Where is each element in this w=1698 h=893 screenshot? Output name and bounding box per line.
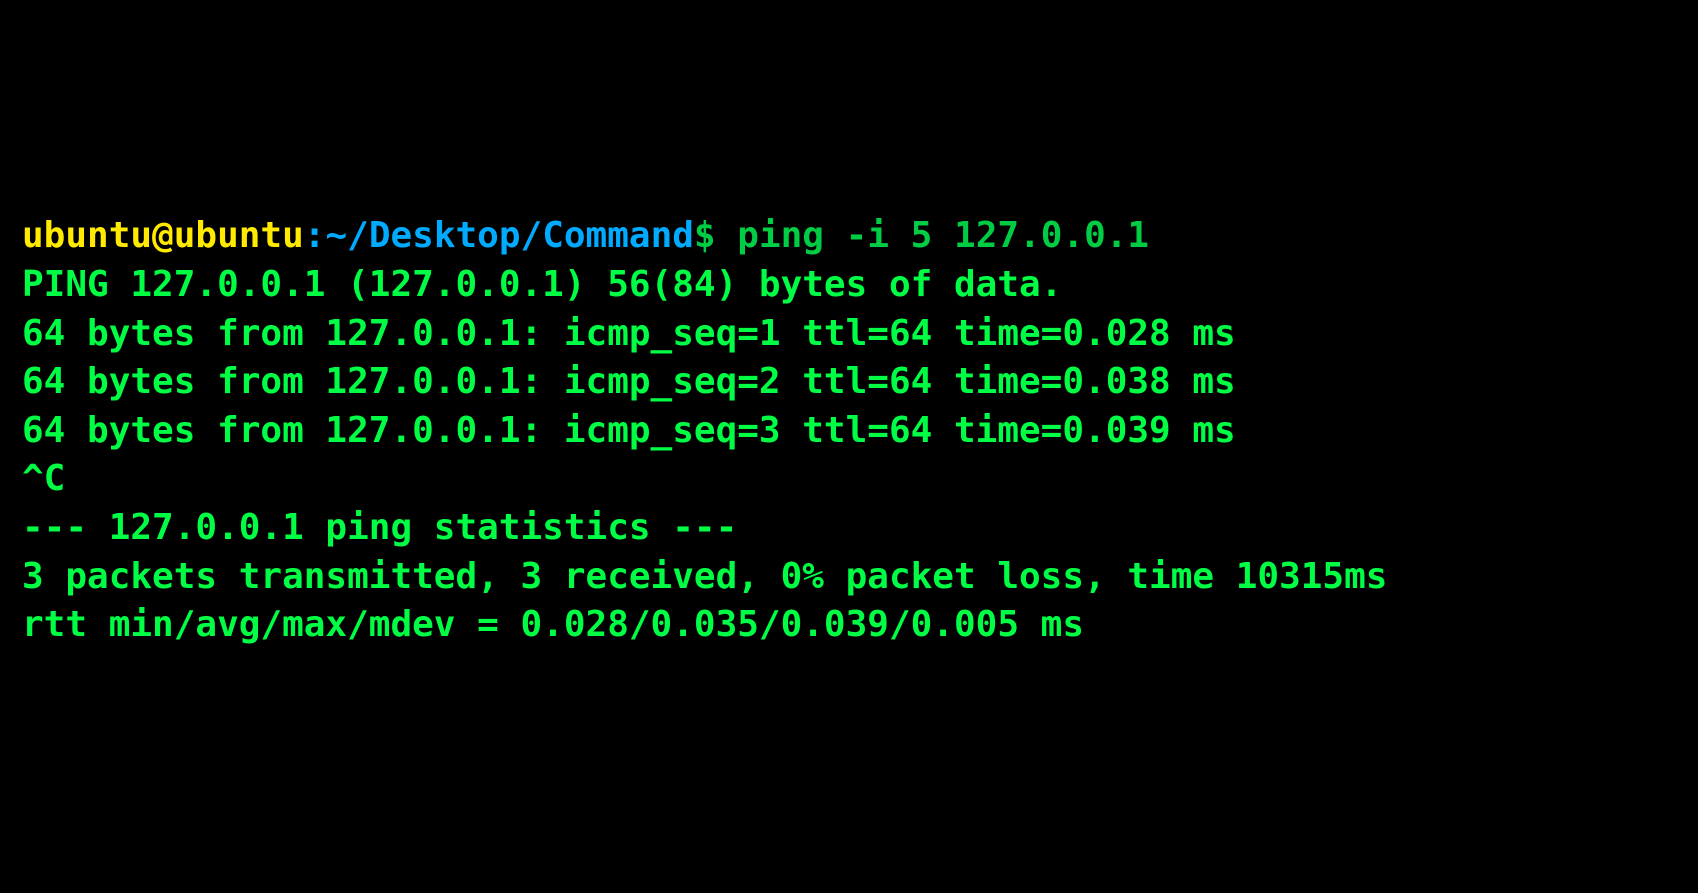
prompt-colon: :: [304, 215, 326, 256]
output-line: 64 bytes from 127.0.0.1: icmp_seq=1 ttl=…: [22, 310, 1676, 359]
output-line: --- 127.0.0.1 ping statistics ---: [22, 504, 1676, 553]
output-line: 64 bytes from 127.0.0.1: icmp_seq=2 ttl=…: [22, 358, 1676, 407]
output-line: ^C: [22, 455, 1676, 504]
output-line: rtt min/avg/max/mdev = 0.028/0.035/0.039…: [22, 601, 1676, 650]
prompt-tilde: ~: [325, 215, 347, 256]
prompt-path: /Desktop/Command: [347, 215, 694, 256]
terminal-window[interactable]: ubuntu@ubuntu:~/Desktop/Command$ ping -i…: [22, 212, 1676, 649]
prompt-dollar: $: [694, 215, 716, 256]
prompt-line: ubuntu@ubuntu:~/Desktop/Command$ ping -i…: [22, 212, 1676, 261]
prompt-user: ubuntu@ubuntu: [22, 215, 304, 256]
command-input[interactable]: ping -i 5 127.0.0.1: [716, 215, 1149, 256]
output-line: 64 bytes from 127.0.0.1: icmp_seq=3 ttl=…: [22, 407, 1676, 456]
output-line: 3 packets transmitted, 3 received, 0% pa…: [22, 553, 1676, 602]
output-line: PING 127.0.0.1 (127.0.0.1) 56(84) bytes …: [22, 261, 1676, 310]
